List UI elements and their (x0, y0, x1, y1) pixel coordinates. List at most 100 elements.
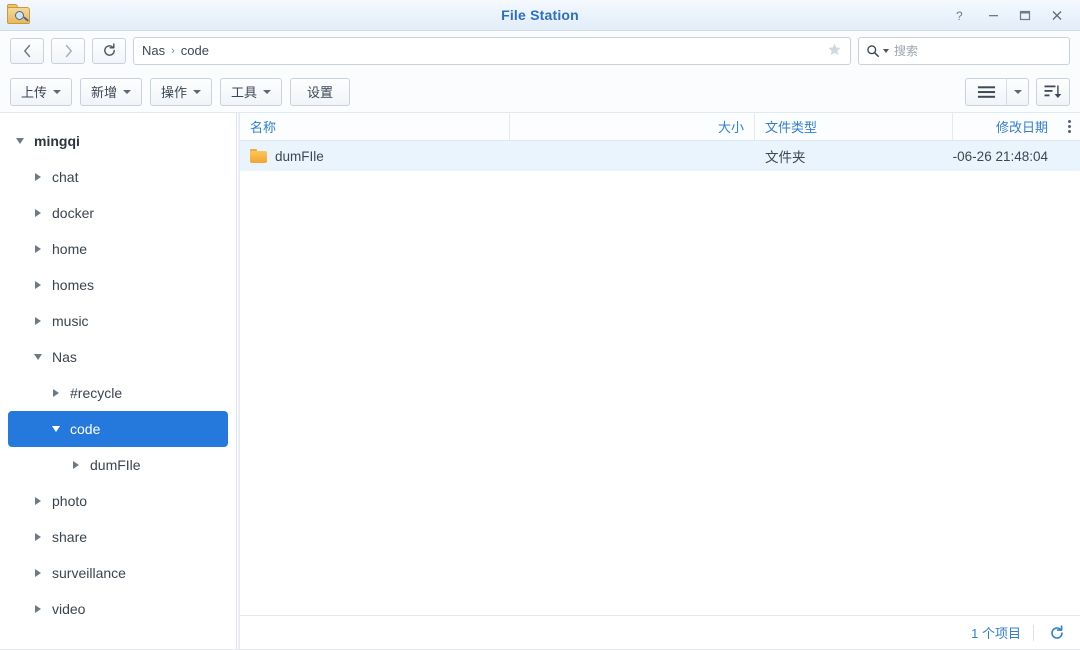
tree-item-docker[interactable]: docker (8, 195, 228, 231)
chevron-down-icon[interactable] (12, 138, 28, 144)
file-name: dumFIle (275, 148, 324, 164)
chevron-right-icon[interactable] (30, 209, 46, 217)
main-body: mingqi chat docker home homes music Nas … (0, 113, 1080, 649)
settings-button[interactable]: 设置 (290, 77, 351, 106)
tree-item-code[interactable]: code (8, 411, 228, 447)
list-view-icon[interactable] (966, 79, 1006, 105)
column-header-type[interactable]: 文件类型 (755, 113, 953, 140)
back-button[interactable] (10, 37, 44, 64)
folder-icon (250, 149, 267, 163)
refresh-icon[interactable] (1046, 622, 1068, 644)
search-input[interactable]: 搜索 (894, 42, 918, 59)
chevron-right-icon[interactable] (30, 533, 46, 541)
breadcrumb: Nas › code (142, 43, 209, 58)
chevron-right-icon[interactable] (30, 497, 46, 505)
window-controls: ? (946, 0, 1080, 30)
tree-item-home[interactable]: home (8, 231, 228, 267)
chevron-down-icon (123, 89, 132, 94)
action-button[interactable]: 操作 (150, 77, 213, 106)
tree-item-video[interactable]: video (8, 591, 228, 627)
chevron-right-icon[interactable] (30, 173, 46, 181)
view-mode-group (965, 77, 1029, 106)
breadcrumb-separator: › (171, 44, 175, 57)
tree-item-label: music (52, 313, 89, 329)
breadcrumb-item-0[interactable]: Nas (142, 43, 165, 58)
tree-item-mingqi[interactable]: mingqi (8, 123, 228, 159)
svg-text:?: ? (956, 9, 963, 22)
column-header-label: 大小 (717, 120, 744, 135)
tools-button-label: 工具 (231, 85, 258, 100)
new-button[interactable]: 新增 (80, 77, 143, 106)
toolbar: 上传 新增 操作 工具 设置 (0, 71, 1080, 113)
search-box[interactable]: 搜索 (858, 36, 1070, 65)
column-header-size[interactable]: 大小 (510, 113, 755, 140)
chevron-down-icon (263, 89, 272, 94)
chevron-right-icon[interactable] (30, 569, 46, 577)
column-header-name[interactable]: 名称 (240, 113, 510, 140)
chevron-down-icon[interactable] (30, 354, 46, 360)
tree-item-recycle[interactable]: #recycle (8, 375, 228, 411)
settings-button-label: 设置 (307, 85, 334, 100)
file-list-header: 名称 大小 文件类型 修改日期 (240, 113, 1080, 141)
address-bar: Nas › code 搜索 (0, 31, 1080, 71)
tree-item-music[interactable]: music (8, 303, 228, 339)
tree-item-label: #recycle (70, 385, 123, 401)
chevron-down-icon[interactable] (48, 426, 64, 432)
chevron-right-icon[interactable] (30, 317, 46, 325)
tree-item-share[interactable]: share (8, 519, 228, 555)
tree-item-label: homes (52, 277, 95, 293)
status-bar: 1 个项目 (240, 615, 1080, 649)
chevron-down-icon[interactable] (883, 48, 889, 53)
sort-descending-icon[interactable] (1036, 77, 1070, 106)
toolbar-right-group (965, 77, 1070, 106)
column-header-label: 修改日期 (995, 120, 1048, 135)
maximize-button[interactable] (1010, 1, 1040, 29)
help-button[interactable]: ? (946, 1, 976, 29)
chevron-down-icon (53, 89, 62, 94)
title-bar: File Station ? (0, 0, 1080, 31)
chevron-right-icon[interactable] (30, 605, 46, 613)
file-list-panel: 名称 大小 文件类型 修改日期 dumFIle 文件夹 -06-26 21:48… (239, 113, 1080, 649)
file-list-rows: dumFIle 文件夹 2019-06-26 21:48:04 (240, 141, 1080, 615)
table-row[interactable]: dumFIle 文件夹 2019-06-26 21:48:04 (240, 141, 1080, 171)
tree-item-label: share (52, 529, 88, 545)
tree-item-label: surveillance (52, 565, 126, 581)
more-options-icon[interactable] (1058, 113, 1080, 140)
upload-button[interactable]: 上传 (10, 77, 73, 106)
upload-button-label: 上传 (21, 85, 48, 100)
tree-item-label: video (52, 601, 86, 617)
chevron-right-icon[interactable] (30, 245, 46, 253)
folder-search-icon (6, 3, 32, 27)
breadcrumb-item-1[interactable]: code (181, 43, 209, 58)
chevron-right-icon[interactable] (68, 461, 84, 469)
chevron-right-icon[interactable] (48, 389, 64, 397)
window-title: File Station (501, 7, 579, 23)
tree-item-label: Nas (52, 349, 77, 365)
refresh-button[interactable] (92, 37, 126, 64)
tree-item-label: chat (52, 169, 79, 185)
tree-item-chat[interactable]: chat (8, 159, 228, 195)
view-mode-chevron-down-icon[interactable] (1006, 78, 1028, 105)
file-station-window: File Station ? Nas › code 搜索 上传 新增 操作 工具… (0, 0, 1080, 650)
file-type-cell: 文件夹 (765, 150, 806, 165)
path-bar[interactable]: Nas › code (133, 36, 851, 65)
file-name-cell: dumFIle (240, 149, 510, 164)
column-header-date[interactable]: 修改日期 (953, 113, 1058, 140)
forward-button[interactable] (51, 37, 85, 64)
column-header-label: 名称 (250, 120, 277, 135)
star-icon[interactable] (819, 42, 842, 60)
tree-item-label: docker (52, 205, 95, 221)
folder-tree-sidebar: mingqi chat docker home homes music Nas … (0, 113, 236, 649)
tree-item-surveillance[interactable]: surveillance (8, 555, 228, 591)
tree-item-nas[interactable]: Nas (8, 339, 228, 375)
item-count-label: 1 个项目 (971, 626, 1021, 641)
tree-item-homes[interactable]: homes (8, 267, 228, 303)
chevron-right-icon[interactable] (30, 281, 46, 289)
tree-item-label: dumFIle (90, 457, 141, 473)
tree-item-photo[interactable]: photo (8, 483, 228, 519)
close-button[interactable] (1042, 1, 1072, 29)
minimize-button[interactable] (978, 1, 1008, 29)
tools-button[interactable]: 工具 (220, 77, 283, 106)
status-divider (1033, 624, 1034, 641)
tree-item-dumfile[interactable]: dumFIle (8, 447, 228, 483)
